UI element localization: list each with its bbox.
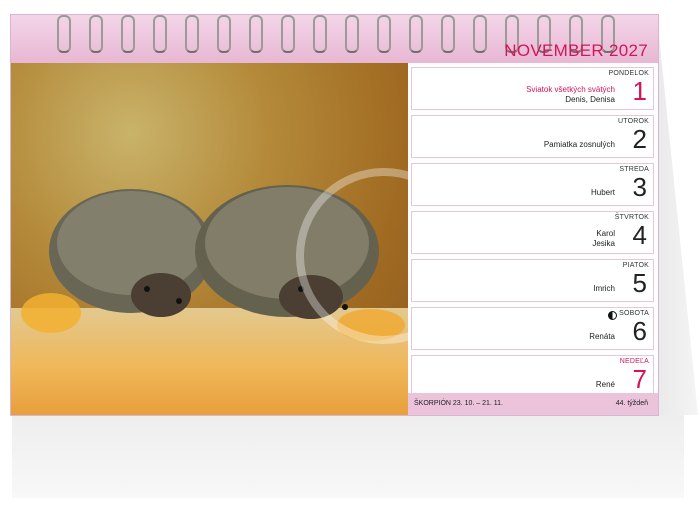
day-box: PONDELOK Sviatok všetkých svätých Denis,…: [411, 67, 654, 110]
spiral-ring: [89, 15, 103, 53]
nameday-text: Karol: [596, 229, 615, 238]
day-box: STREDA Hubert 3: [411, 163, 654, 206]
nameday-text: Imrich: [593, 284, 615, 293]
holiday-text: Sviatok všetkých svätých: [526, 85, 615, 94]
spiral-ring: [313, 15, 327, 53]
spiral-ring: [441, 15, 455, 53]
day-number: 7: [632, 364, 647, 394]
day-box: ŠTVRTOK Karol Jesika 4: [411, 211, 654, 254]
spiral-ring: [121, 15, 135, 53]
moon-phase-icon: [608, 311, 617, 320]
day-box: PIATOK Imrich 5: [411, 259, 654, 302]
spiral-ring: [409, 15, 423, 53]
day-number: 1: [632, 76, 647, 106]
spiral-ring: [57, 15, 71, 53]
spiral-ring: [249, 15, 263, 53]
month-title: NOVEMBER 2027: [504, 41, 648, 60]
spiral-ring: [185, 15, 199, 53]
day-names: Sviatok všetkých svätých Denis, Denisa: [526, 85, 615, 105]
spiral-ring: [473, 15, 487, 53]
day-number: 3: [632, 172, 647, 202]
nameday-text: Pamiatka zosnulých: [543, 140, 615, 149]
day-number: 6: [632, 316, 647, 346]
nameday-text: Jesika: [592, 239, 615, 248]
week-number: 44. týždeň: [615, 400, 648, 407]
nameday-text: Hubert: [590, 188, 615, 197]
nameday-text: René: [595, 380, 615, 389]
calendar-footer: ŠKORPIÓN 23. 10. – 21. 11. 44. týždeň: [408, 393, 658, 415]
week-days: PONDELOK Sviatok všetkých svätých Denis,…: [411, 67, 654, 403]
hedgehog-left-face: [131, 273, 191, 317]
day-number: 4: [632, 220, 647, 250]
spiral-ring: [345, 15, 359, 53]
nameday-text: Denis, Denisa: [565, 95, 615, 104]
calendar-page: NOVEMBER 2027 PONDELOK Sviatok všetkých …: [10, 14, 659, 416]
spiral-ring: [377, 15, 391, 53]
day-box: SOBOTA Renáta 6: [411, 307, 654, 350]
day-box: NEDEĽA René 7: [411, 355, 654, 398]
day-names: Karol Jesika: [592, 229, 615, 249]
spiral-ring: [153, 15, 167, 53]
day-number: 2: [632, 124, 647, 154]
nameday-text: Renáta: [589, 332, 615, 341]
calendar-header: NOVEMBER 2027: [11, 15, 658, 63]
day-box: UTOROK Pamiatka zosnulých 2: [411, 115, 654, 158]
calendar-stand-base: [12, 414, 684, 498]
day-number: 5: [632, 268, 647, 298]
spiral-ring: [217, 15, 231, 53]
spiral-ring: [281, 15, 295, 53]
zodiac-text: ŠKORPIÓN 23. 10. – 21. 11.: [414, 400, 503, 407]
